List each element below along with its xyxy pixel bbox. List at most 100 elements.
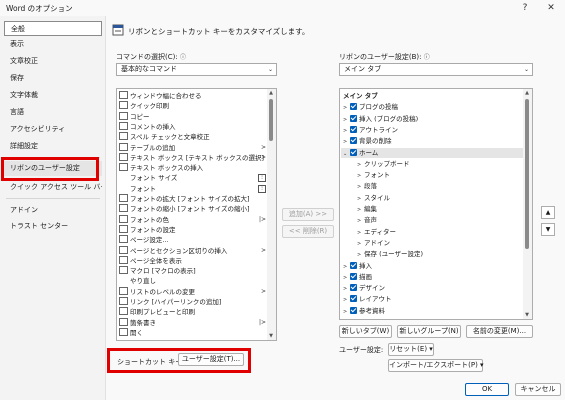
help-button[interactable]: ?	[516, 1, 534, 15]
command-item[interactable]: リストのレベルの変更 >	[119, 286, 268, 297]
sidebar-item-general[interactable]: 全般	[4, 21, 102, 36]
ribbon-tab-item[interactable]: > 描画	[341, 272, 524, 282]
ribbon-tab-item[interactable]: > 挿入 (ブログの投稿)	[341, 114, 524, 124]
checkbox-checked-icon[interactable]	[350, 272, 357, 280]
ok-button[interactable]: OK	[465, 383, 509, 396]
scroll-up-icon[interactable]: ▲	[267, 89, 275, 97]
new-group-button[interactable]: 新しいグループ(N)	[397, 325, 461, 338]
expand-right-icon[interactable]: >	[343, 307, 350, 317]
ribbon-group-item[interactable]: > 音声	[341, 215, 524, 225]
ribbon-tab-item[interactable]: > 参考資料	[341, 306, 524, 316]
expand-right-icon[interactable]: >	[357, 171, 364, 181]
command-item[interactable]: フォントの拡大 [フォント サイズの拡大]	[119, 194, 268, 204]
ribbon-tabs-select[interactable]: メイン タブ ⌄	[339, 63, 533, 76]
reset-dropdown[interactable]: リセット(E) ▾	[388, 343, 434, 356]
sidebar-item-save[interactable]: 保存	[4, 71, 102, 86]
expand-right-icon[interactable]: >	[357, 250, 364, 260]
sidebar-item-quick-access-toolbar[interactable]: クイック アクセス ツール バー	[4, 180, 102, 195]
command-item[interactable]: フォントの縮小 [フォント サイズの縮小]	[119, 204, 268, 214]
rename-button[interactable]: 名前の変更(M)...	[466, 325, 533, 338]
command-item[interactable]: コメントの挿入	[119, 121, 268, 132]
checkbox-checked-icon[interactable]	[350, 137, 357, 145]
command-item[interactable]: テーブルの追加 >	[119, 142, 268, 153]
sidebar-item-customize-ribbon[interactable]: リボンのユーザー設定	[4, 161, 102, 176]
add-button[interactable]: 追加(A) >>	[282, 208, 334, 221]
shortcut-customize-button[interactable]: ユーザー設定(T)...	[178, 353, 244, 366]
new-tab-button[interactable]: 新しいタブ(W)	[339, 325, 392, 338]
expand-right-icon[interactable]: >	[343, 273, 350, 283]
command-item[interactable]: スペル チェックと文章校正	[119, 132, 268, 142]
command-item[interactable]: フォントの設定	[119, 224, 268, 235]
checkbox-checked-icon[interactable]	[350, 295, 357, 303]
scroll-down-icon[interactable]: ▼	[267, 332, 275, 340]
expand-right-icon[interactable]: >	[343, 137, 350, 147]
scroll-thumb[interactable]	[525, 99, 529, 249]
expand-right-icon[interactable]: >	[357, 160, 364, 170]
expand-right-icon[interactable]: >	[357, 239, 364, 249]
sidebar-item-addins[interactable]: アドイン	[4, 203, 102, 218]
ribbon-tab-item[interactable]: > デザイン	[341, 283, 524, 293]
checkbox-checked-icon[interactable]	[350, 284, 357, 292]
command-item[interactable]: テキスト ボックス [テキスト ボックスの選択] >	[119, 152, 268, 163]
sidebar-item-language[interactable]: 言語	[4, 105, 102, 120]
ribbon-group-item[interactable]: > フォント	[341, 170, 524, 180]
ribbon-tab-item[interactable]: > 背景の削除	[341, 136, 524, 146]
cancel-button[interactable]: キャンセル	[515, 383, 561, 396]
ribbon-scrollbar[interactable]: ▲ ▼	[523, 89, 532, 319]
command-item[interactable]: マクロ [マクロの表示]	[119, 266, 268, 276]
move-up-button[interactable]: ▲	[541, 206, 555, 219]
ribbon-tab-item[interactable]: > アウトライン	[341, 125, 524, 135]
expand-right-icon[interactable]: >	[357, 205, 364, 215]
command-item[interactable]: ウィンドウ幅に合わせる	[119, 91, 268, 101]
commands-select[interactable]: 基本的なコマンド ⌄	[116, 63, 277, 76]
ribbon-group-item[interactable]: > スタイル	[341, 193, 524, 203]
sidebar-item-advanced[interactable]: 詳細設定	[4, 139, 102, 154]
expand-right-icon[interactable]: >	[343, 295, 350, 305]
checkbox-checked-icon[interactable]	[350, 103, 357, 111]
expand-right-icon[interactable]: >	[357, 194, 364, 204]
expand-right-icon[interactable]: >	[343, 284, 350, 294]
scroll-down-icon[interactable]: ▼	[523, 311, 531, 319]
ribbon-tab-item[interactable]: > 挿入	[341, 261, 524, 271]
ribbon-tab-item[interactable]: ⌄ ホーム	[341, 147, 524, 159]
checkbox-checked-icon[interactable]	[350, 306, 357, 314]
checkbox-checked-icon[interactable]	[350, 114, 357, 122]
expand-down-icon[interactable]: ⌄	[343, 149, 350, 159]
command-item[interactable]: ページとセクション区切りの挿入 >	[119, 245, 268, 256]
ribbon-group-item[interactable]: > 段落	[341, 181, 524, 191]
command-item[interactable]: クイック印刷	[119, 101, 268, 111]
close-button[interactable]: ✕	[542, 1, 560, 15]
expand-right-icon[interactable]: >	[343, 115, 350, 125]
ribbon-group-item[interactable]: > 保存 (ユーザー設定)	[341, 249, 524, 259]
command-item[interactable]: フォントの色 |>	[119, 214, 268, 225]
sidebar-item-typography[interactable]: 文字体裁	[4, 88, 102, 103]
ribbon-group-item[interactable]: > 編集	[341, 204, 524, 214]
expand-right-icon[interactable]: >	[357, 228, 364, 238]
command-item[interactable]: コピー	[119, 111, 268, 122]
scroll-thumb[interactable]	[269, 99, 273, 141]
ribbon-group-item[interactable]: > エディター	[341, 227, 524, 237]
command-item[interactable]: やり直し	[119, 276, 268, 286]
expand-right-icon[interactable]: >	[357, 216, 364, 226]
commands-scrollbar[interactable]: ▲ ▼	[267, 89, 276, 340]
ribbon-tab-item[interactable]: > レイアウト	[341, 294, 524, 304]
ribbon-group-item[interactable]: > アドイン	[341, 238, 524, 248]
scroll-up-icon[interactable]: ▲	[523, 89, 531, 97]
command-item[interactable]: 箇条書き |>	[119, 317, 268, 328]
command-item[interactable]: フォント ⁝	[119, 184, 268, 194]
command-item[interactable]: 開く	[119, 327, 268, 338]
sidebar-item-proofing[interactable]: 文章校正	[4, 54, 102, 69]
command-item[interactable]: 印刷プレビューと印刷	[119, 307, 268, 317]
commands-list[interactable]: ウィンドウ幅に合わせる クイック印刷 コピー コメントの挿入 スペル チェックと文章校正…	[116, 88, 277, 341]
command-item[interactable]: テキスト ボックスの挿入	[119, 163, 268, 173]
expand-right-icon[interactable]: >	[343, 126, 350, 136]
command-item[interactable]: ページ全体を表示	[119, 255, 268, 266]
sidebar-item-display[interactable]: 表示	[4, 37, 102, 52]
command-item[interactable]: リンク [ハイパーリンクの追加]	[119, 297, 268, 307]
ribbon-tab-item[interactable]: メイン タブ	[341, 91, 524, 101]
expand-right-icon[interactable]: >	[357, 182, 364, 192]
checkbox-checked-icon[interactable]	[350, 125, 357, 133]
expand-right-icon[interactable]: >	[343, 103, 350, 113]
expand-right-icon[interactable]: >	[343, 262, 350, 272]
ribbon-tab-item[interactable]: > ブログの投稿	[341, 102, 524, 112]
